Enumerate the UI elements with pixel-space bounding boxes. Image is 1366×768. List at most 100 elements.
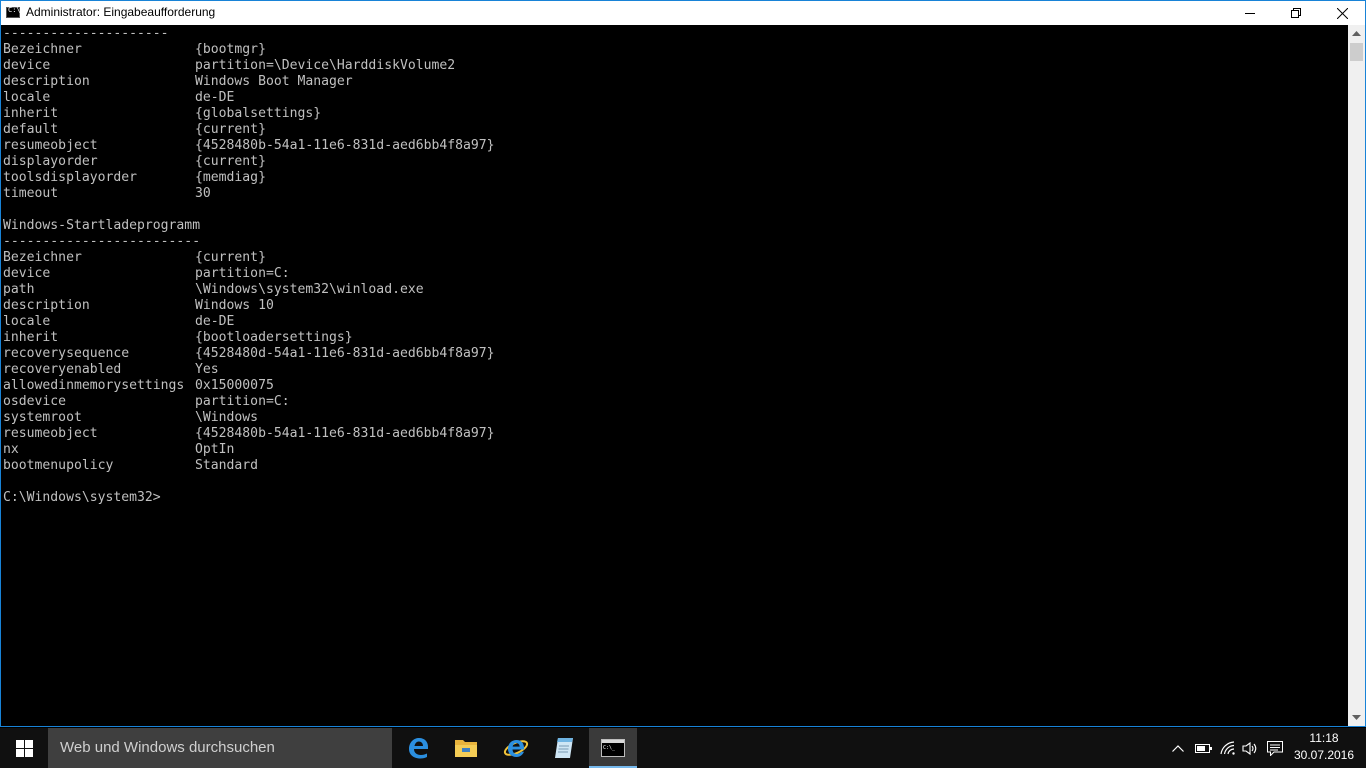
console-line: C:\Windows\system32> bbox=[3, 490, 161, 505]
search-box[interactable]: Web und Windows durchsuchen bbox=[48, 728, 392, 768]
close-button[interactable] bbox=[1319, 1, 1365, 25]
vertical-scrollbar[interactable] bbox=[1348, 25, 1365, 726]
command-prompt-window: Administrator: Eingabeaufforderung -----… bbox=[0, 0, 1366, 727]
console-key: recoverysequence bbox=[3, 346, 130, 361]
console-value: \Windows bbox=[195, 410, 259, 425]
scroll-down-button[interactable] bbox=[1348, 709, 1365, 726]
search-placeholder: Web und Windows durchsuchen bbox=[60, 739, 275, 756]
console-key: nx bbox=[3, 442, 19, 457]
console-value: {4528480d-54a1-11e6-831d-aed6bb4f8a97} bbox=[195, 346, 495, 361]
console-key: toolsdisplayorder bbox=[3, 170, 138, 185]
console-key: device bbox=[3, 266, 51, 281]
console-value: 0x15000075 bbox=[195, 378, 274, 393]
console-value: Windows Boot Manager bbox=[195, 74, 353, 89]
console-line: description Windows Boot Manager bbox=[3, 74, 353, 90]
console-line: --------------------- bbox=[3, 26, 169, 41]
console-key: inherit bbox=[3, 330, 59, 345]
console-line: nx OptIn bbox=[3, 442, 234, 458]
console-value: {4528480b-54a1-11e6-831d-aed6bb4f8a97} bbox=[195, 426, 495, 441]
console-value: {4528480b-54a1-11e6-831d-aed6bb4f8a97} bbox=[195, 138, 495, 153]
edge-icon bbox=[409, 738, 428, 759]
minimize-button[interactable] bbox=[1227, 1, 1273, 25]
console-value: {globalsettings} bbox=[195, 106, 322, 121]
console-key: allowedinmemorysettings bbox=[3, 378, 185, 393]
console-key: path bbox=[3, 282, 35, 297]
console-value: de-DE bbox=[195, 90, 235, 105]
start-button[interactable] bbox=[0, 728, 48, 768]
clock-date: 30.07.2016 bbox=[1293, 748, 1355, 762]
console-line: inherit {globalsettings} bbox=[3, 106, 321, 122]
show-hidden-icons-button[interactable] bbox=[1168, 728, 1188, 768]
network-button[interactable] bbox=[1217, 728, 1239, 768]
console-value: de-DE bbox=[195, 314, 235, 329]
cmd-icon bbox=[6, 6, 21, 18]
console-line: resumeobject {4528480b-54a1-11e6-831d-aed… bbox=[3, 138, 495, 154]
command-prompt-icon: C:\_ bbox=[601, 739, 625, 757]
console-line: inherit {bootloadersettings} bbox=[3, 330, 353, 346]
console-value: Yes bbox=[195, 362, 219, 377]
console-line: default {current} bbox=[3, 122, 266, 138]
console-line: locale de-DE bbox=[3, 314, 234, 330]
taskbar-app-internet-explorer[interactable] bbox=[492, 728, 540, 768]
console-line: toolsdisplayorder {memdiag} bbox=[3, 170, 266, 186]
console-key: resumeobject bbox=[3, 426, 98, 441]
console-key: description bbox=[3, 298, 90, 313]
speaker-icon bbox=[1242, 741, 1257, 755]
console-line: bootmenupolicy Standard bbox=[3, 458, 258, 474]
console-output[interactable]: --------------------- Bezeichner {bootmgr}… bbox=[2, 25, 1348, 726]
console-key: systemroot bbox=[3, 410, 82, 425]
console-key: locale bbox=[3, 90, 51, 105]
console-line: Windows-Startladeprogramm bbox=[3, 218, 201, 233]
battery-icon bbox=[1194, 743, 1212, 753]
console-line: Bezeichner {bootmgr} bbox=[3, 42, 266, 58]
scroll-up-button[interactable] bbox=[1348, 25, 1365, 42]
console-key: description bbox=[3, 74, 90, 89]
title-bar[interactable]: Administrator: Eingabeaufforderung bbox=[1, 1, 1365, 25]
console-line: osdevice partition=C: bbox=[3, 394, 290, 410]
console-value: \Windows\system32\winload.exe bbox=[195, 282, 424, 297]
console-key: Bezeichner bbox=[3, 250, 82, 265]
console-value: {bootloadersettings} bbox=[195, 330, 353, 345]
restore-icon bbox=[1291, 8, 1301, 18]
console-line: locale de-DE bbox=[3, 90, 234, 106]
restore-button[interactable] bbox=[1273, 1, 1319, 25]
volume-button[interactable] bbox=[1239, 728, 1261, 768]
console-line: timeout 30 bbox=[3, 186, 211, 202]
console-line: allowedinmemorysettings 0x15000075 bbox=[3, 378, 274, 394]
console-line: recoveryenabled Yes bbox=[3, 362, 219, 378]
console-value: partition=C: bbox=[195, 394, 290, 409]
console-line: ------------------------- bbox=[3, 234, 201, 249]
console-line: path \Windows\system32\winload.exe bbox=[3, 282, 424, 298]
taskbar-app-edge[interactable] bbox=[394, 728, 442, 768]
console-line: systemroot \Windows bbox=[3, 410, 258, 426]
windows-logo-icon bbox=[15, 739, 33, 757]
console-key: timeout bbox=[3, 186, 59, 201]
taskbar-app-editor[interactable] bbox=[540, 728, 588, 768]
console-line: recoverysequence {4528480d-54a1-11e6-831d… bbox=[3, 346, 495, 362]
console-key: resumeobject bbox=[3, 138, 98, 153]
console-value: OptIn bbox=[195, 442, 235, 457]
file-explorer-icon bbox=[455, 740, 477, 757]
console-line: description Windows 10 bbox=[3, 298, 274, 314]
taskbar: Web und Windows durchsuchen C:\_ 11:18 3… bbox=[0, 728, 1366, 768]
taskbar-clock[interactable]: 11:18 30.07.2016 bbox=[1291, 730, 1357, 764]
console-line: device partition=C: bbox=[3, 266, 290, 282]
action-center-button[interactable] bbox=[1263, 728, 1287, 768]
console-key: inherit bbox=[3, 106, 59, 121]
console-key: device bbox=[3, 58, 51, 73]
console-value: partition=C: bbox=[195, 266, 290, 281]
taskbar-app-command-prompt[interactable]: C:\_ bbox=[589, 728, 637, 768]
chevron-up-icon bbox=[1352, 31, 1361, 36]
console-value: partition=\Device\HarddiskVolume2 bbox=[195, 58, 456, 73]
scrollbar-thumb[interactable] bbox=[1350, 43, 1363, 61]
console-line: displayorder {current} bbox=[3, 154, 266, 170]
chevron-up-icon bbox=[1172, 744, 1184, 752]
console-value: {bootmgr} bbox=[195, 42, 266, 57]
battery-button[interactable] bbox=[1192, 728, 1214, 768]
console-line: device partition=\Device\HarddiskVolume2 bbox=[3, 58, 455, 74]
taskbar-app-file-explorer[interactable] bbox=[442, 728, 490, 768]
console-key: displayorder bbox=[3, 154, 98, 169]
console-value: Standard bbox=[195, 458, 259, 473]
console-key: Bezeichner bbox=[3, 42, 82, 57]
minimize-icon bbox=[1245, 13, 1255, 14]
